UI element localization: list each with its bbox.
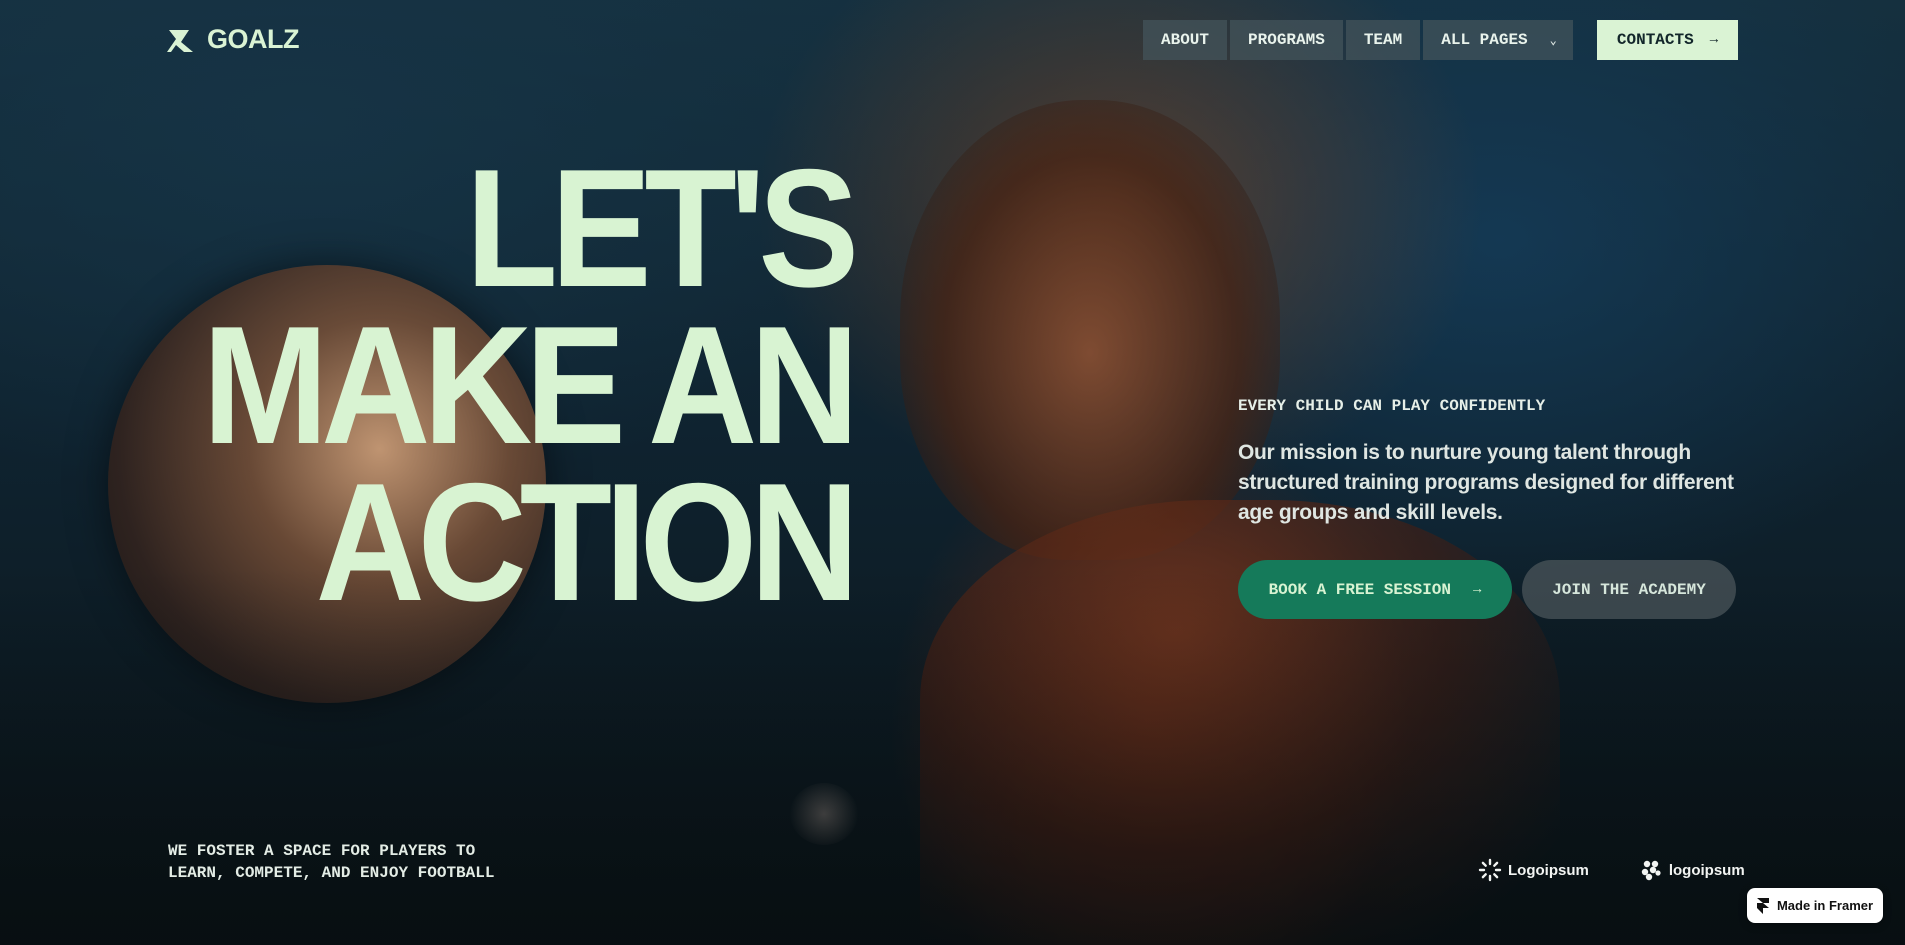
- contacts-label: CONTACTS: [1616, 31, 1694, 49]
- tagline-line-2: LEARN, COMPETE, AND ENJOY FOOTBALL: [168, 864, 495, 882]
- book-free-session-button[interactable]: BOOK A FREE SESSION →: [1238, 560, 1512, 619]
- nav-link-team[interactable]: TEAM: [1345, 20, 1421, 60]
- framer-icon: [1756, 897, 1769, 914]
- brand-name: GOALZ: [207, 24, 300, 54]
- partner-name-2: logoipsum: [1668, 861, 1745, 879]
- contacts-button[interactable]: CONTACTS →: [1597, 20, 1738, 60]
- nav-link-programs[interactable]: PROGRAMS: [1230, 20, 1343, 60]
- headline-line-1: LET'S: [465, 134, 860, 322]
- nav-dropdown-all-pages[interactable]: ALL PAGES ⌄: [1423, 20, 1573, 60]
- brand-mark-icon: [167, 29, 193, 52]
- headline-line-3: ACTION: [315, 448, 860, 636]
- brand-logo[interactable]: GOALZ: [167, 24, 300, 55]
- partner-logo-1: Logoipsum: [1478, 858, 1589, 882]
- hero-headline: LET'S MAKE AN ACTION: [80, 134, 860, 636]
- arrow-right-icon: →: [1473, 581, 1482, 598]
- chevron-down-icon: ⌄: [1549, 33, 1557, 48]
- nav-dropdown-label: ALL PAGES: [1441, 31, 1528, 49]
- nav-link-about[interactable]: ABOUT: [1143, 20, 1228, 60]
- tagline-line-1: WE FOSTER A SPACE FOR PLAYERS TO: [168, 842, 476, 860]
- footer-tagline: WE FOSTER A SPACE FOR PLAYERS TO LEARN, …: [168, 840, 528, 884]
- hero-eyebrow: EVERY CHILD CAN PLAY CONFIDENTLY: [1238, 397, 1546, 415]
- partner-name-1: Logoipsum: [1508, 861, 1589, 879]
- mission-statement: Our mission is to nurture young talent t…: [1238, 441, 1734, 524]
- top-navigation: GOALZ ABOUT PROGRAMS TEAM ALL PAGES ⌄ CO…: [0, 0, 1905, 80]
- join-academy-label: JOIN THE ACADEMY: [1552, 580, 1706, 599]
- partner-logo-2: logoipsum: [1639, 858, 1745, 882]
- framer-badge-label: Made in Framer: [1776, 898, 1874, 913]
- partner-logos: Logoipsum logoipsum: [1478, 858, 1745, 882]
- partner-cluster-icon: [1641, 860, 1661, 881]
- nav-links: ABOUT PROGRAMS TEAM ALL PAGES ⌄: [1143, 20, 1573, 60]
- book-free-session-label: BOOK A FREE SESSION: [1268, 580, 1452, 599]
- join-academy-button[interactable]: JOIN THE ACADEMY: [1522, 560, 1736, 619]
- arrow-right-icon: →: [1709, 32, 1719, 48]
- made-in-framer-badge[interactable]: Made in Framer: [1747, 888, 1883, 923]
- headline-line-2: MAKE AN: [202, 291, 859, 479]
- partner-sun-icon: [1478, 858, 1502, 882]
